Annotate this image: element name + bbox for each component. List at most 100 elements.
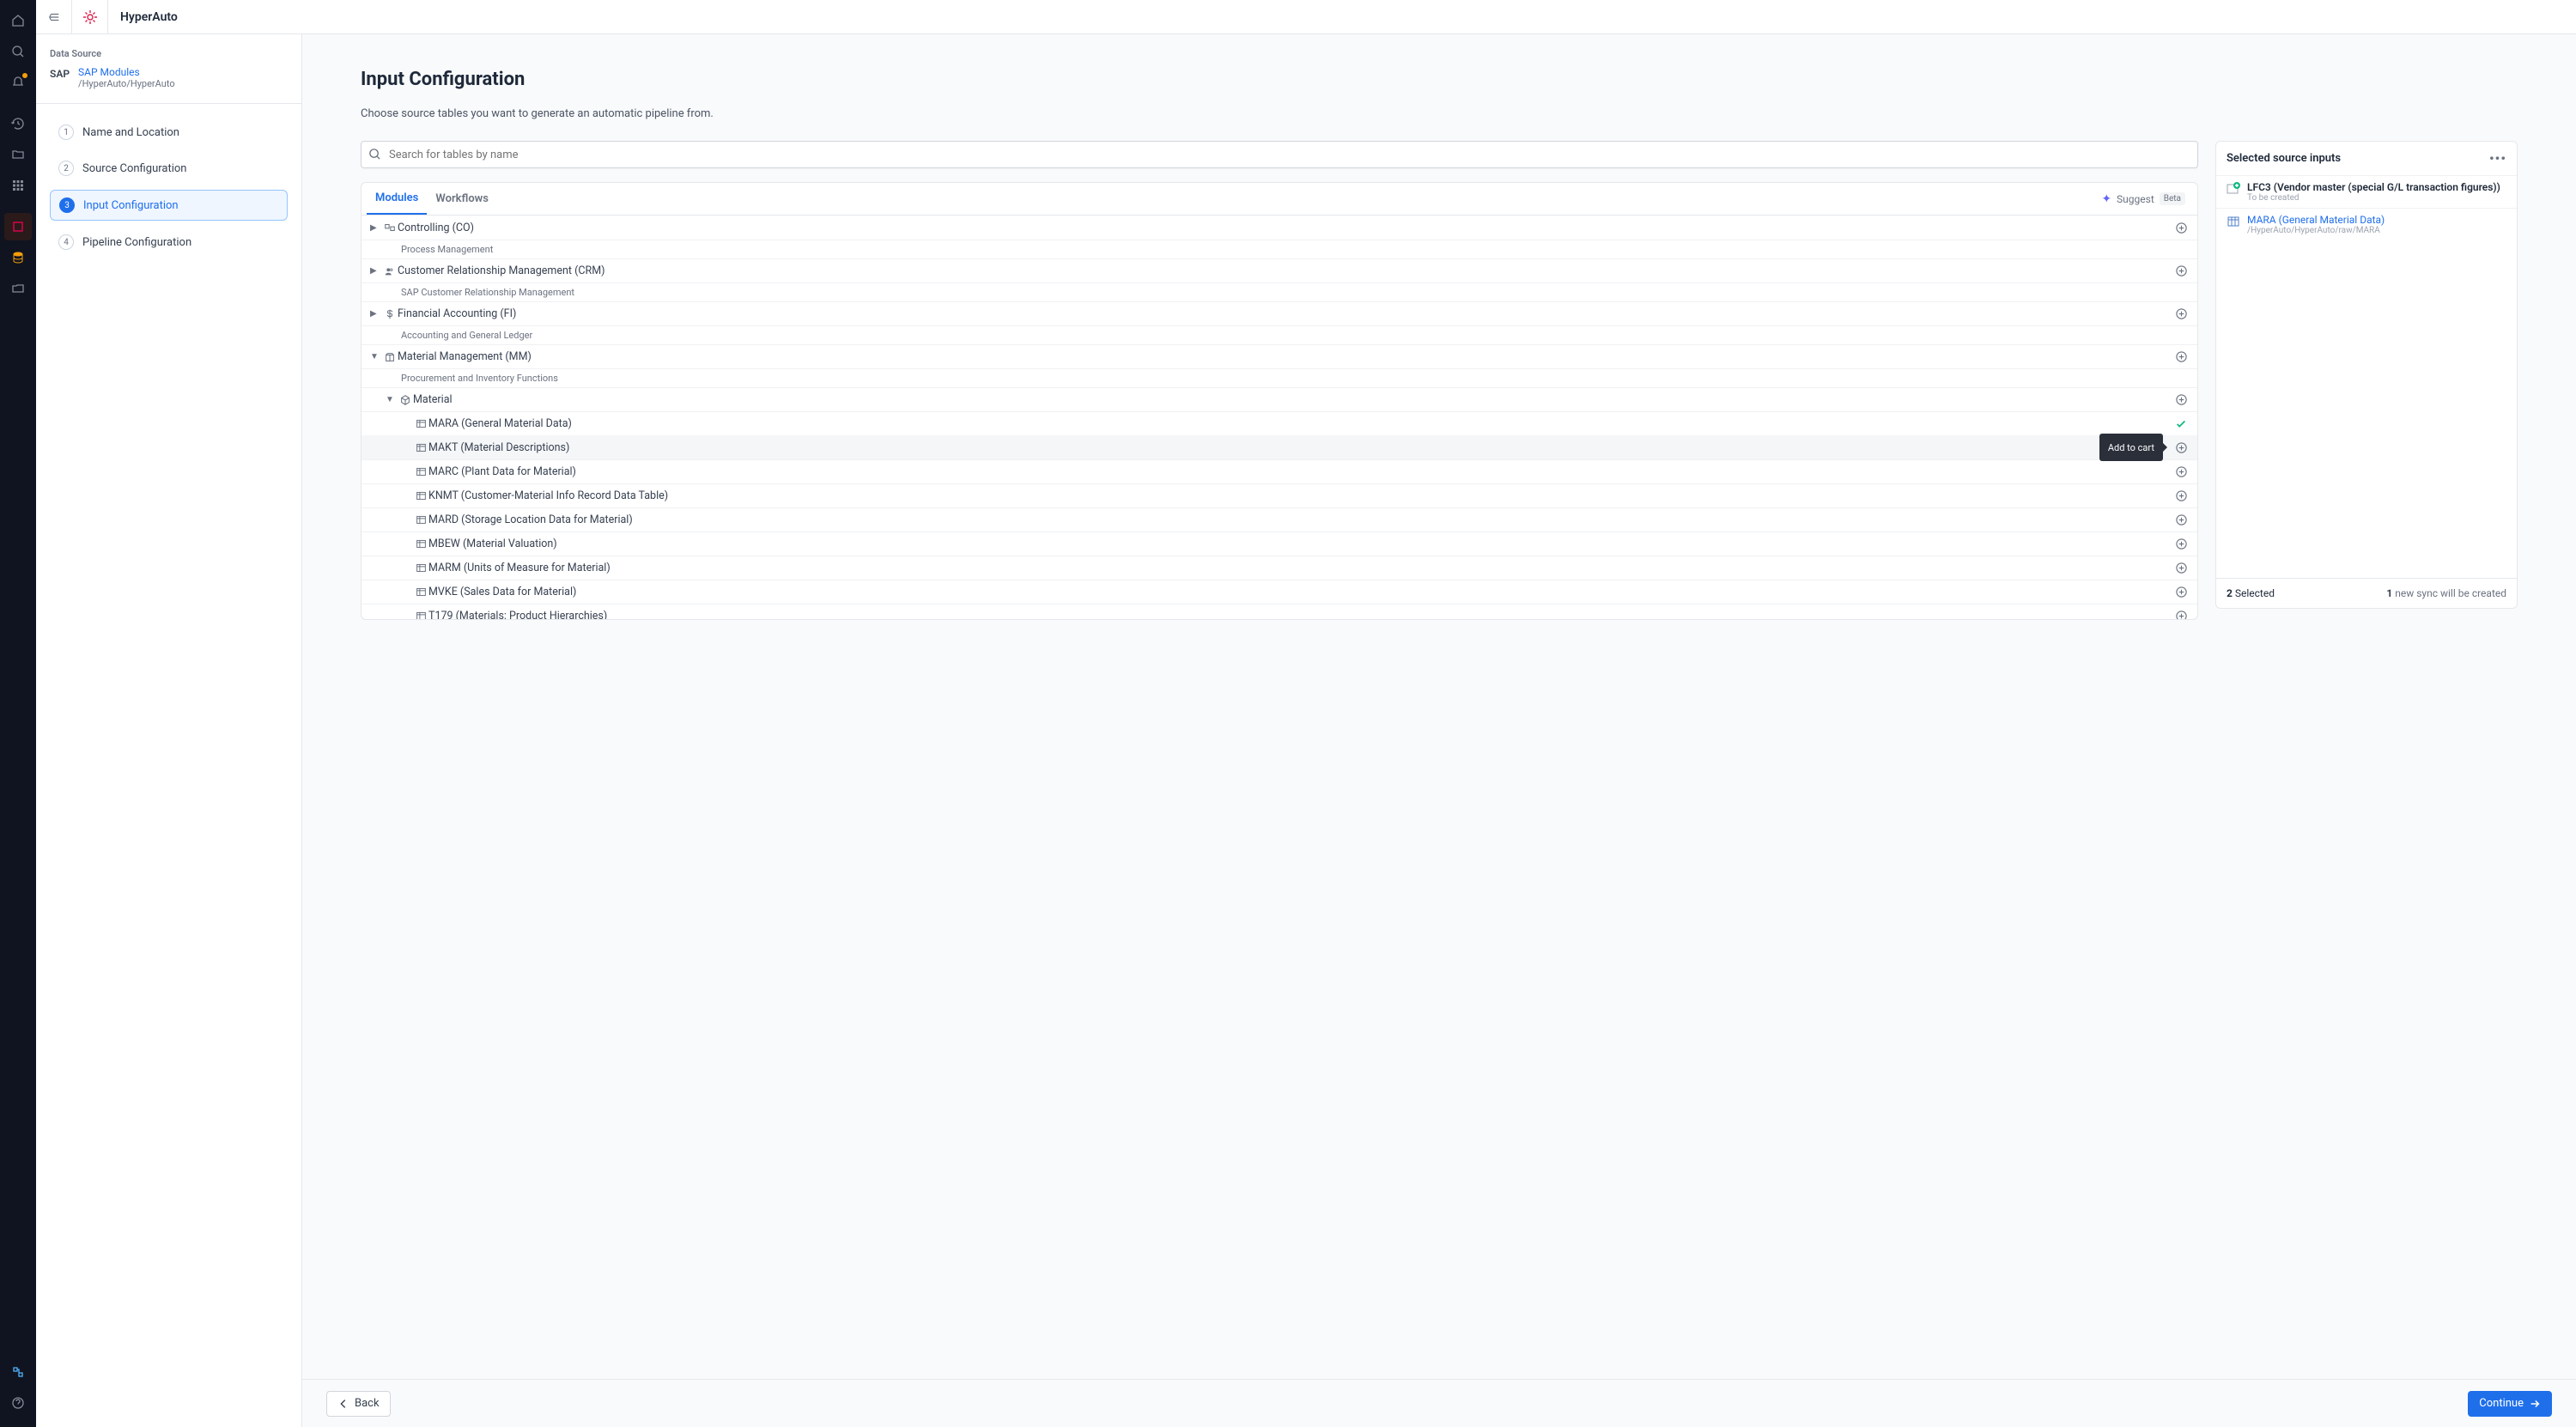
rail-help-icon[interactable] — [4, 1389, 32, 1417]
table-row[interactable]: MARA (General Material Data) — [361, 411, 2197, 435]
topbar: HyperAuto — [36, 0, 2576, 34]
module-icon — [382, 222, 398, 234]
app-logo-icon — [72, 0, 108, 34]
table-icon — [413, 538, 428, 550]
search-container — [361, 141, 2198, 168]
table-row[interactable]: MARM (Units of Measure for Material) — [361, 556, 2197, 580]
tooltip-add-to-cart: Add to cart — [2099, 434, 2163, 461]
tab-modules[interactable]: Modules — [367, 183, 427, 215]
table-icon — [413, 418, 428, 429]
rail-open-icon[interactable] — [4, 275, 32, 302]
caret-right-icon[interactable]: ▶ — [370, 223, 382, 233]
caret-right-icon[interactable]: ▶ — [370, 266, 382, 276]
module-sub: Accounting and General Ledger — [361, 325, 2197, 344]
add-icon[interactable] — [2173, 222, 2189, 234]
add-icon[interactable] — [2173, 465, 2189, 478]
cart-item[interactable]: LFC3 (Vendor master (special G/L transac… — [2216, 175, 2517, 208]
table-icon — [413, 562, 428, 574]
page-title: Input Configuration — [361, 69, 2518, 90]
back-button[interactable]: Back — [326, 1391, 391, 1417]
beta-badge: Beta — [2160, 192, 2185, 205]
dataset-icon — [2227, 215, 2240, 228]
breadcrumb-link[interactable]: SAP Modules — [78, 66, 175, 78]
add-icon[interactable] — [2173, 393, 2189, 406]
rail-apps-icon[interactable] — [4, 172, 32, 199]
table-icon — [413, 442, 428, 453]
breadcrumb: SAP SAP Modules /HyperAuto/HyperAuto — [50, 66, 288, 89]
rail-folder-icon[interactable] — [4, 141, 32, 168]
table-row[interactable]: MAKT (Material Descriptions) — [361, 435, 2197, 459]
module-sub: Procurement and Inventory Functions — [361, 368, 2197, 387]
step-pipeline-config[interactable]: 4Pipeline Configuration — [50, 228, 288, 257]
new-dataset-icon — [2227, 182, 2240, 196]
caret-down-icon[interactable]: ▼ — [370, 352, 382, 361]
module-row[interactable]: ▶Controlling (CO) — [361, 216, 2197, 240]
package-icon — [382, 351, 398, 363]
category-row[interactable]: ▼Material — [361, 387, 2197, 411]
table-row[interactable]: MARC (Plant Data for Material) — [361, 459, 2197, 483]
menu-toggle-icon[interactable] — [36, 0, 72, 34]
cart-footer: 2 Selected 1 new sync will be created — [2216, 578, 2517, 608]
table-icon — [413, 466, 428, 477]
table-icon — [413, 610, 428, 619]
wizard-sidebar: Data Source SAP SAP Modules /HyperAuto/H… — [36, 34, 302, 1427]
table-icon — [413, 586, 428, 598]
rail-search-icon[interactable] — [4, 38, 32, 65]
add-icon[interactable] — [2173, 610, 2189, 619]
add-icon[interactable] — [2173, 441, 2189, 454]
add-icon[interactable] — [2173, 586, 2189, 598]
sparkle-icon: ✦ — [2101, 192, 2111, 206]
caret-right-icon[interactable]: ▶ — [370, 309, 382, 319]
rail-data-lineage-icon[interactable] — [4, 1358, 32, 1386]
cart-item[interactable]: MARA (General Material Data)/HyperAuto/H… — [2216, 208, 2517, 240]
more-icon[interactable]: ••• — [2489, 150, 2506, 167]
cart-panel: Selected source inputs ••• LFC3 (Vendor … — [2215, 141, 2518, 609]
add-icon[interactable] — [2173, 489, 2189, 502]
tab-workflows[interactable]: Workflows — [427, 184, 497, 214]
tree-panel: Modules Workflows ✦ Suggest Beta — [361, 182, 2198, 620]
cube-icon — [398, 394, 413, 406]
table-icon — [413, 490, 428, 501]
wizard-footer: Back Continue — [302, 1379, 2576, 1427]
rail-database-icon[interactable] — [4, 244, 32, 271]
sidebar-heading: Data Source — [50, 48, 288, 59]
module-row[interactable]: ▶Customer Relationship Management (CRM) — [361, 258, 2197, 282]
module-row[interactable]: ▼Material Management (MM) — [361, 344, 2197, 368]
breadcrumb-path: /HyperAuto/HyperAuto — [78, 78, 175, 89]
table-row[interactable]: KNMT (Customer-Material Info Record Data… — [361, 483, 2197, 507]
page-subtitle: Choose source tables you want to generat… — [361, 107, 2518, 120]
table-row[interactable]: MARD (Storage Location Data for Material… — [361, 507, 2197, 531]
table-row[interactable]: MVKE (Sales Data for Material) — [361, 580, 2197, 604]
step-name-location[interactable]: 1Name and Location — [50, 118, 288, 147]
add-icon[interactable] — [2173, 307, 2189, 320]
add-icon[interactable] — [2173, 562, 2189, 574]
add-icon[interactable] — [2173, 513, 2189, 526]
rail-history-icon[interactable] — [4, 110, 32, 137]
app-title: HyperAuto — [108, 10, 190, 24]
check-icon[interactable] — [2173, 418, 2189, 430]
rail-home-icon[interactable] — [4, 7, 32, 34]
table-row[interactable]: MBEW (Material Valuation) — [361, 531, 2197, 556]
suggest-button[interactable]: ✦ Suggest Beta — [2101, 192, 2192, 206]
module-row[interactable]: ▶Financial Accounting (FI) — [361, 301, 2197, 325]
rail-object-icon[interactable] — [4, 213, 32, 240]
cart-heading: Selected source inputs — [2227, 152, 2341, 165]
main-rail — [0, 0, 36, 1427]
users-icon — [382, 265, 398, 277]
add-icon[interactable] — [2173, 537, 2189, 550]
step-input-config[interactable]: 3Input Configuration — [50, 190, 288, 221]
table-icon — [413, 514, 428, 525]
search-icon — [368, 148, 381, 161]
add-icon[interactable] — [2173, 264, 2189, 277]
table-row[interactable]: T179 (Materials: Product Hierarchies) — [361, 604, 2197, 619]
module-sub: Process Management — [361, 240, 2197, 258]
continue-button[interactable]: Continue — [2468, 1391, 2552, 1417]
search-input[interactable] — [361, 141, 2198, 168]
dollar-icon — [382, 308, 398, 320]
caret-down-icon[interactable]: ▼ — [386, 395, 398, 404]
step-source-config[interactable]: 2Source Configuration — [50, 154, 288, 183]
module-sub: SAP Customer Relationship Management — [361, 282, 2197, 301]
rail-bell-icon[interactable] — [4, 69, 32, 96]
add-icon[interactable] — [2173, 350, 2189, 363]
breadcrumb-level: SAP — [50, 68, 70, 80]
